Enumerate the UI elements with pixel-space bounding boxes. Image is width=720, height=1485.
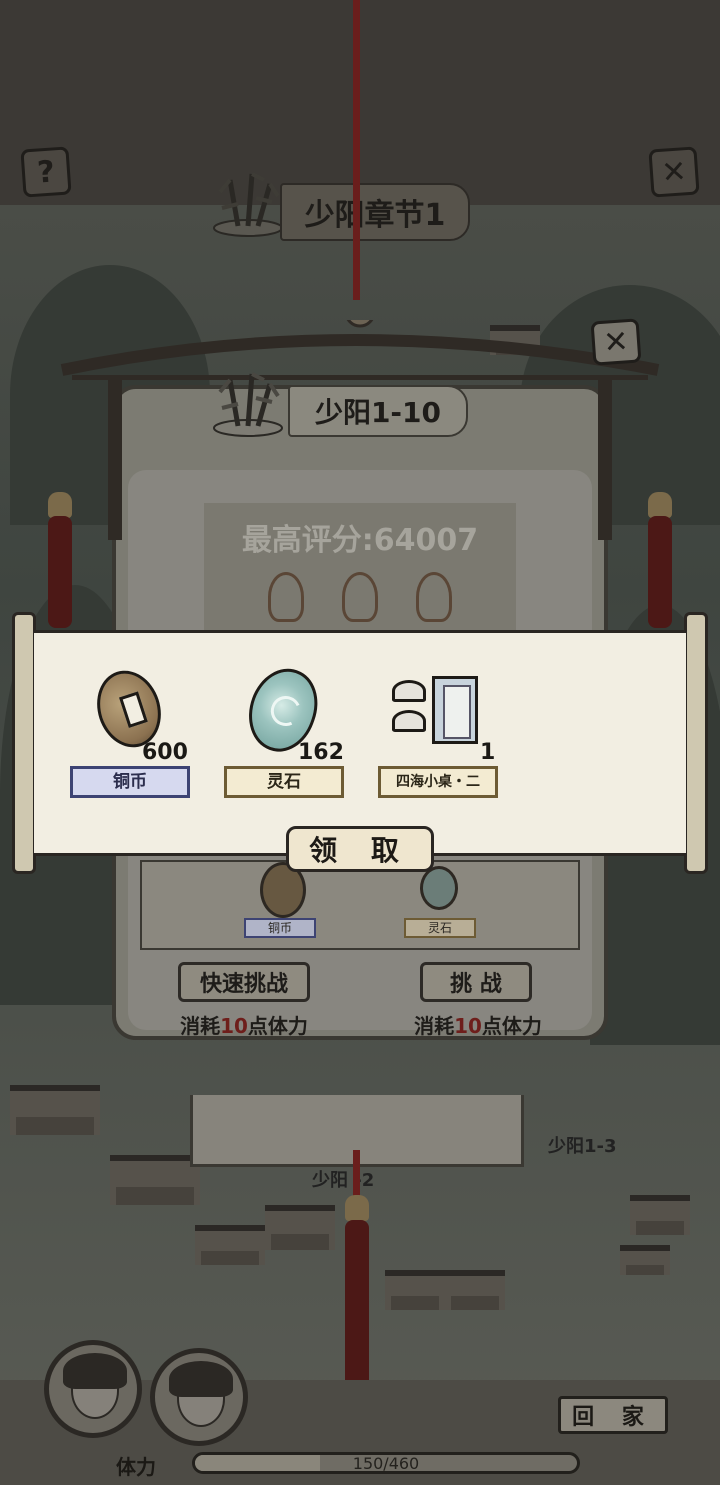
- reward-count: 162: [298, 740, 344, 765]
- avatar-character-1[interactable]: [44, 1340, 142, 1438]
- tassel-cap-left: [48, 492, 72, 518]
- reward-label: 铜币: [70, 766, 190, 798]
- quick-challenge-button[interactable]: 快速挑战: [178, 962, 310, 1002]
- rating-slot-empty: [268, 572, 304, 622]
- rating-slot-empty: [416, 572, 452, 622]
- preview-reward-label: 灵石: [404, 918, 476, 938]
- cost-suffix: 点体力: [481, 1014, 542, 1038]
- avatar-hair: [63, 1353, 127, 1389]
- stool-shape: [392, 680, 426, 702]
- home-button[interactable]: 回 家: [558, 1396, 668, 1434]
- avatar-character-2[interactable]: [150, 1348, 248, 1446]
- house: [445, 1270, 505, 1310]
- tassel-cap-right: [648, 492, 672, 518]
- preview-reward-label: 铜币: [244, 918, 316, 938]
- spirit-stone-icon: [420, 866, 458, 910]
- cost-value: 10: [220, 1014, 248, 1038]
- reward-label: 四海小桌・二: [378, 766, 498, 798]
- best-score: 最高评分:64007: [241, 523, 479, 558]
- rating-slot-empty: [342, 572, 378, 622]
- tassel-left: [48, 516, 72, 628]
- challenge-cost: 消耗10点体力: [398, 1010, 558, 1039]
- scroll-rod-left: [12, 612, 36, 874]
- hanging-frame-top: [60, 320, 660, 380]
- house: [620, 1245, 670, 1275]
- map-level-label-1-3[interactable]: 少阳1-3: [548, 1132, 617, 1158]
- house: [195, 1225, 265, 1265]
- close-icon: ✕: [602, 323, 630, 361]
- help-button[interactable]: ?: [20, 146, 72, 198]
- map-level-label-1-2[interactable]: 少阳 -2: [312, 1166, 374, 1192]
- frame-post-right: [598, 380, 612, 540]
- quick-challenge-cost: 消耗10点体力: [164, 1010, 324, 1039]
- chapter-title: 少阳章节1: [280, 183, 470, 241]
- cost-value: 10: [454, 1014, 482, 1038]
- level-title: 少阳1-10: [288, 385, 468, 437]
- bamboo-emblem-icon: [213, 372, 283, 437]
- close-icon: ✕: [660, 153, 688, 191]
- tassel-right: [648, 516, 672, 628]
- cost-prefix: 消耗: [414, 1014, 455, 1038]
- stool-shape: [392, 710, 426, 732]
- stamina-label: 体力: [116, 1455, 156, 1479]
- reward-count: 1: [480, 740, 496, 765]
- stamina-bar: 150/460: [192, 1452, 580, 1474]
- reward-label: 灵石: [224, 766, 344, 798]
- hanging-rope: [353, 0, 360, 300]
- bamboo-emblem-icon: [213, 172, 283, 237]
- cost-suffix: 点体力: [247, 1014, 308, 1038]
- cost-prefix: 消耗: [180, 1014, 221, 1038]
- avatar-hair: [169, 1361, 233, 1397]
- challenge-button[interactable]: 挑 战: [420, 962, 532, 1002]
- top-bar: [0, 0, 720, 205]
- claim-button[interactable]: 领 取: [286, 826, 434, 872]
- close-level-button[interactable]: ✕: [590, 318, 642, 366]
- scroll-rod-right: [684, 612, 708, 874]
- house: [630, 1195, 690, 1235]
- stamina-text: 150/460: [352, 1454, 420, 1473]
- question-icon: ?: [36, 153, 56, 191]
- reward-count: 600: [142, 740, 188, 765]
- house: [385, 1270, 445, 1310]
- tassel-cap: [345, 1195, 369, 1221]
- table-panel-shape: [432, 676, 478, 744]
- house: [10, 1085, 100, 1135]
- house: [265, 1205, 335, 1250]
- close-chapter-button[interactable]: ✕: [648, 146, 700, 198]
- frame-post-left: [108, 380, 122, 540]
- house: [110, 1155, 200, 1205]
- preview-rewards-box: [140, 860, 580, 950]
- table-furniture-icon: [392, 676, 482, 746]
